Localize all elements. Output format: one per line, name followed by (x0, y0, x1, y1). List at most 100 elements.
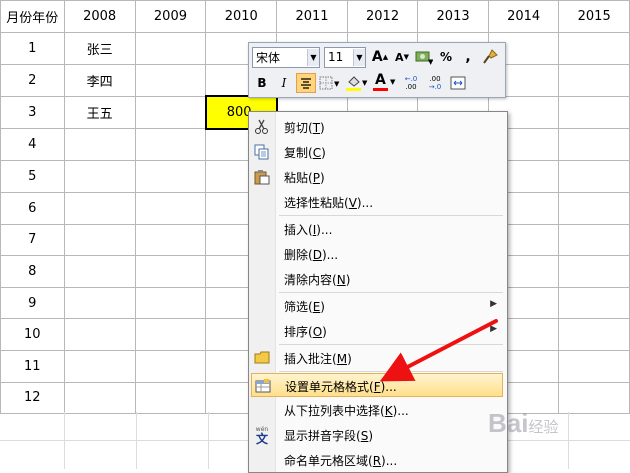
phonetic-icon-glyph: 文 (255, 431, 268, 446)
font-name-combo[interactable]: 宋体 ▼ (252, 46, 320, 68)
cell[interactable] (63, 255, 136, 288)
cell[interactable] (63, 128, 136, 162)
menu-item-define-name[interactable]: 命名单元格区域(R)... (251, 448, 503, 472)
number-format-icon[interactable]: ▼ (414, 47, 434, 67)
menu-item-label: 排序 (284, 325, 309, 339)
cell[interactable] (134, 191, 207, 225)
cell[interactable] (134, 63, 207, 97)
menu-item-show-phonetic[interactable]: wén 文 显示拼音字段(S) (251, 423, 503, 447)
bold-button[interactable]: B (252, 73, 272, 93)
menu-item-insert[interactable]: 插入(I)... (251, 217, 503, 241)
menu-item-filter[interactable]: 筛选(E) ▶ (251, 294, 503, 318)
row-number-cell[interactable]: 8 (0, 255, 65, 288)
cell[interactable] (558, 223, 630, 257)
cell[interactable] (134, 95, 207, 130)
row-number-cell[interactable]: 6 (0, 191, 65, 225)
menu-item-delete[interactable]: 删除(D)... (251, 242, 503, 266)
font-size-combo[interactable]: 11 ▼ (324, 46, 366, 68)
menu-item-label: 命名单元格区域 (284, 454, 369, 468)
cell[interactable] (558, 128, 630, 162)
menu-item-clear-contents[interactable]: 清除内容(N) (251, 267, 503, 291)
cell[interactable] (558, 95, 630, 130)
header-cell-2011[interactable]: 2011 (276, 0, 348, 33)
name-cell[interactable]: 王五 (63, 95, 136, 130)
italic-button[interactable]: I (274, 73, 294, 93)
cell[interactable] (134, 381, 207, 415)
align-center-icon[interactable] (296, 73, 316, 93)
shrink-font-icon[interactable]: A ▼ (392, 47, 412, 67)
chevron-down-icon[interactable]: ▼ (307, 48, 319, 66)
percent-button[interactable]: % (436, 47, 456, 67)
menu-item-paste[interactable]: 粘贴(P) (251, 165, 503, 189)
format-painter-icon[interactable] (480, 47, 500, 67)
cell[interactable] (134, 160, 207, 193)
name-cell[interactable]: 李四 (63, 63, 136, 97)
header-cell-label[interactable]: 月份年份 (0, 0, 65, 33)
cell[interactable] (134, 223, 207, 257)
header-cell-2008[interactable]: 2008 (63, 0, 136, 33)
menu-item-insert-comment[interactable]: 插入批注(M) (251, 346, 503, 370)
cell[interactable] (63, 191, 136, 225)
menu-item-ellipsis: ... (326, 248, 339, 262)
menu-item-paste-special[interactable]: 选择性粘贴(V)... (251, 190, 503, 214)
cell[interactable] (63, 349, 136, 383)
menu-item-key: T (312, 121, 321, 135)
row-number-cell[interactable]: 4 (0, 128, 65, 162)
header-cell-2015[interactable]: 2015 (558, 0, 630, 33)
cell[interactable] (134, 128, 207, 162)
merge-center-icon[interactable] (448, 73, 468, 93)
cell[interactable] (558, 286, 630, 320)
decrease-decimal-icon[interactable]: .00 →.0 (424, 73, 446, 93)
cell[interactable] (558, 63, 630, 97)
chevron-down-icon[interactable]: ▼ (353, 48, 365, 66)
borders-icon[interactable]: ▼ (318, 73, 342, 93)
cell[interactable] (558, 32, 630, 65)
menu-item-key: C (312, 146, 322, 160)
cell[interactable] (558, 191, 630, 225)
cell[interactable] (558, 318, 630, 351)
name-cell[interactable]: 张三 (63, 32, 136, 65)
row-number-cell[interactable]: 2 (0, 63, 65, 97)
row-number-cell[interactable]: 5 (0, 160, 65, 193)
row-number-cell[interactable]: 12 (0, 381, 65, 415)
row-number-cell[interactable]: 11 (0, 349, 65, 383)
row-number-cell[interactable]: 7 (0, 223, 65, 257)
cell[interactable] (558, 160, 630, 193)
header-cell-2010[interactable]: 2010 (205, 0, 278, 33)
font-color-icon[interactable]: A ▼ (372, 72, 398, 93)
grow-font-icon[interactable]: A ▲ (370, 47, 390, 67)
menu-item-copy[interactable]: 复制(C) (251, 140, 503, 164)
header-cell-2009[interactable]: 2009 (134, 0, 207, 33)
cell[interactable] (63, 160, 136, 193)
header-cell-2014[interactable]: 2014 (487, 0, 560, 33)
increase-decimal-icon[interactable]: ←.0.00 (400, 73, 422, 93)
comma-button[interactable]: , (458, 47, 478, 67)
menu-item-format-cells[interactable]: 设置单元格格式(F)... (251, 373, 503, 397)
fill-color-icon[interactable]: ▼ (344, 73, 370, 93)
header-row: 月份年份 2008 2009 2010 2011 2012 2013 2014 … (0, 0, 630, 33)
cell[interactable] (134, 318, 207, 351)
row-number-cell[interactable]: 1 (0, 32, 65, 65)
cell[interactable] (63, 223, 136, 257)
cell[interactable] (558, 349, 630, 383)
cell[interactable] (558, 255, 630, 288)
row-number-cell[interactable]: 3 (0, 95, 65, 130)
cell[interactable] (558, 381, 630, 415)
header-cell-2013[interactable]: 2013 (417, 0, 489, 33)
cell[interactable] (63, 318, 136, 351)
row-number-cell[interactable]: 10 (0, 318, 65, 351)
menu-item-label: 从下拉列表中选择 (284, 404, 381, 418)
menu-item-sort[interactable]: 排序(O) ▶ (251, 319, 503, 343)
header-cell-2012[interactable]: 2012 (346, 0, 419, 33)
cell[interactable] (63, 381, 136, 415)
cell[interactable] (134, 349, 207, 383)
menu-item-key: D (312, 248, 322, 262)
baidu-watermark: Bai经验 (488, 408, 558, 439)
menu-item-cut[interactable]: 剪切(T) (251, 115, 503, 139)
cell[interactable] (134, 255, 207, 288)
cell[interactable] (134, 32, 207, 65)
row-number-cell[interactable]: 9 (0, 286, 65, 320)
cell[interactable] (134, 286, 207, 320)
menu-item-pick-from-list[interactable]: 从下拉列表中选择(K)... (251, 398, 503, 422)
cell[interactable] (63, 286, 136, 320)
